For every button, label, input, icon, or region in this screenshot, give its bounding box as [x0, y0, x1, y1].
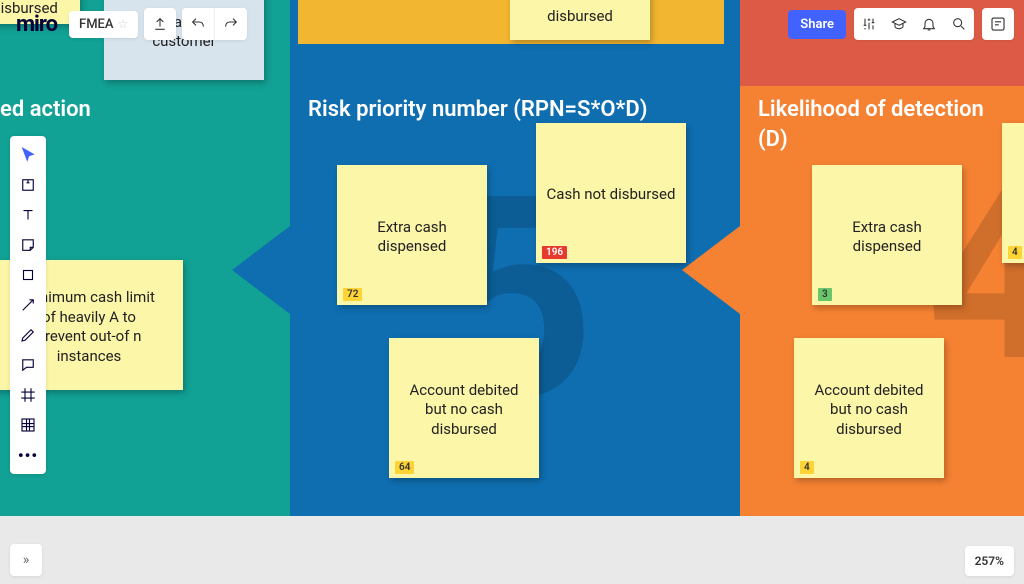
sticky-tag: 4 — [1008, 246, 1022, 259]
sticky-text: Extra cash dispensed — [822, 218, 952, 257]
frame-icon — [19, 386, 37, 404]
sticky-account-debited-rpn[interactable]: Account debited but no cash disbursed 64 — [389, 338, 539, 478]
tool-pen[interactable] — [10, 320, 46, 350]
export-button[interactable] — [144, 8, 176, 40]
bell-icon — [921, 16, 937, 32]
sticky-tag: 196 — [542, 246, 567, 259]
column-title: Risk priority number (RPN=S*O*D) — [308, 95, 722, 125]
sticky-tag: 64 — [395, 461, 414, 474]
column-title: ed action — [0, 95, 272, 125]
undo-button[interactable] — [182, 8, 214, 40]
sliders-icon — [861, 16, 877, 32]
sticky-extra-cash-detection[interactable]: Extra cash dispensed 3 — [812, 165, 962, 305]
comment-icon — [19, 356, 37, 374]
redo-icon — [223, 16, 239, 32]
undo-redo-group — [182, 8, 247, 40]
star-icon[interactable]: ☆ — [118, 17, 129, 31]
top-toolbar: miro FMEA ☆ — [10, 8, 247, 40]
sticky-text: Account debited but no cash disbursed — [399, 381, 529, 440]
sticky-tag: 4 — [800, 461, 814, 474]
search-icon — [951, 16, 967, 32]
side-toolbar: ••• — [10, 136, 46, 474]
column-title: Likelihood of detection (D) — [758, 95, 1006, 154]
top-right-toolbar: Share — [788, 8, 1014, 40]
tool-more[interactable]: ••• — [10, 440, 46, 470]
template-icon — [19, 176, 37, 194]
sticky-extra-cash-rpn[interactable]: Extra cash dispensed 72 — [337, 165, 487, 305]
redo-button[interactable] — [215, 8, 247, 40]
export-group — [144, 8, 176, 40]
sticky-right-edge-partial[interactable]: C di 4 — [1002, 123, 1024, 263]
search-button[interactable] — [944, 8, 974, 40]
pen-icon — [19, 326, 37, 344]
sticky-note-icon — [19, 236, 37, 254]
bottom-bar — [0, 516, 1024, 584]
upload-icon — [152, 16, 168, 32]
sticky-text: disbursed — [547, 0, 613, 27]
comments-button[interactable] — [982, 8, 1014, 40]
tool-line[interactable] — [10, 290, 46, 320]
right-icon-group — [854, 8, 974, 40]
sticky-tag: 72 — [343, 288, 362, 301]
sticky-text: Cash not disbursed — [547, 185, 676, 205]
square-icon — [19, 266, 37, 284]
cursor-icon — [19, 146, 37, 164]
tool-sticky[interactable] — [10, 230, 46, 260]
notifications-button[interactable] — [914, 8, 944, 40]
tool-shape[interactable] — [10, 260, 46, 290]
collapse-panel-button[interactable]: » — [10, 544, 42, 576]
miro-logo[interactable]: miro — [10, 10, 63, 39]
sticky-text: Account debited but no cash disbursed — [804, 381, 934, 440]
zoom-level[interactable]: 257% — [965, 546, 1014, 576]
graduation-cap-icon — [891, 16, 907, 32]
tool-templates[interactable] — [10, 170, 46, 200]
sticky-cash-not-disbursed-rpn[interactable]: Cash not disbursed 196 — [536, 123, 686, 263]
column-arrow-orange — [682, 226, 740, 314]
sticky-disbursed-top[interactable]: disbursed — [510, 0, 650, 40]
text-icon — [19, 206, 37, 224]
share-button[interactable]: Share — [788, 10, 846, 39]
column-arrow-blue — [232, 226, 290, 314]
academy-button[interactable] — [884, 8, 914, 40]
board-name-text: FMEA — [79, 17, 114, 32]
tool-select[interactable] — [10, 140, 46, 170]
tool-grid[interactable] — [10, 410, 46, 440]
sticky-account-debited-detection[interactable]: Account debited but no cash disbursed 4 — [794, 338, 944, 478]
undo-icon — [190, 16, 206, 32]
tool-text[interactable] — [10, 200, 46, 230]
sticky-text: Extra cash dispensed — [347, 218, 477, 257]
tool-frame[interactable] — [10, 380, 46, 410]
grid-icon — [19, 416, 37, 434]
board-name[interactable]: FMEA ☆ — [69, 11, 138, 38]
settings-button[interactable] — [854, 8, 884, 40]
comment-list-icon — [989, 15, 1007, 33]
sticky-tag: 3 — [818, 288, 832, 301]
tool-comment[interactable] — [10, 350, 46, 380]
arrow-line-icon — [19, 296, 37, 314]
